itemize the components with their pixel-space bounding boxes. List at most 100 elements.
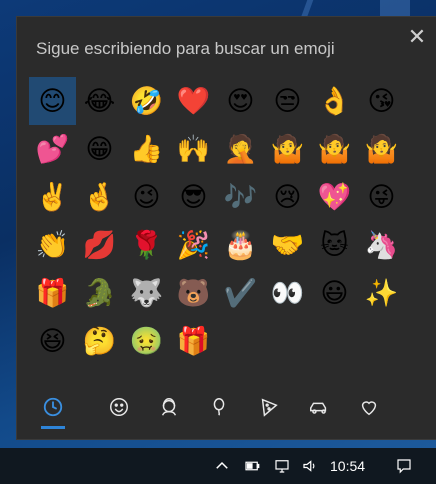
emoji-cell[interactable]: 💋 [76, 221, 123, 269]
emoji-cell[interactable]: 😜 [358, 173, 405, 221]
tab-smileys[interactable] [103, 391, 135, 423]
emoji-cell[interactable]: 👌 [311, 77, 358, 125]
smiley-icon [110, 398, 128, 416]
emoji-cell[interactable]: 🙌 [170, 125, 217, 173]
emoji-cell[interactable]: 🤣 [123, 77, 170, 125]
tab-food[interactable] [253, 391, 285, 423]
emoji-glyph: 😉 [132, 181, 161, 213]
emoji-cell[interactable]: 😍 [217, 77, 264, 125]
tab-celebrations[interactable] [203, 391, 235, 423]
emoji-cell[interactable]: 😢 [264, 173, 311, 221]
emoji-glyph: 🤷 [317, 133, 352, 165]
tab-travel[interactable] [303, 391, 335, 423]
clock-time[interactable]: 10:54 [330, 448, 365, 484]
emoji-cell[interactable]: ✔️ [217, 269, 264, 317]
emoji-glyph: 🐱 [320, 229, 349, 261]
emoji-glyph: 😜 [367, 181, 396, 213]
emoji-glyph: 😘 [367, 85, 396, 117]
emoji-cell[interactable]: 😉 [123, 173, 170, 221]
emoji-glyph: 😎 [179, 181, 208, 213]
emoji-grid: 😊 😂 🤣 ❤️ 😍 😒 👌 😘 💕 😁 👍 🙌 🤦 🤷 🤷 🤷 ✌️ 🤞 😉 😎 🎶 😢 💖 😜 👏 💋 🌹 🎉 🎂 🤝 🐱 🦄 🎁 🐊 🐺 🐻 ✔️… [29, 77, 405, 365]
close-button[interactable]: ✕ [406, 26, 428, 48]
emoji-glyph: ❤️ [176, 85, 211, 117]
emoji-cell[interactable]: 🌹 [123, 221, 170, 269]
emoji-glyph: 😒 [273, 85, 302, 117]
emoji-cell[interactable]: 💕 [29, 125, 76, 173]
emoji-cell[interactable]: 🎶 [217, 173, 264, 221]
emoji-glyph: 👏 [35, 229, 70, 261]
emoji-cell[interactable]: 🤷 [311, 125, 358, 173]
emoji-cell[interactable]: 😃 [311, 269, 358, 317]
emoji-cell[interactable]: 🎁 [29, 269, 76, 317]
tab-people[interactable] [153, 391, 185, 423]
emoji-cell[interactable]: 😘 [358, 77, 405, 125]
clock-icon [43, 397, 63, 417]
emoji-cell[interactable]: 🎉 [170, 221, 217, 269]
tab-symbols[interactable] [353, 391, 385, 423]
emoji-glyph: ✨ [364, 277, 399, 309]
taskbar: 10:54 [0, 448, 436, 484]
emoji-cell[interactable]: 🐻 [170, 269, 217, 317]
emoji-cell[interactable]: 😁 [76, 125, 123, 173]
emoji-cell[interactable]: 🤝 [264, 221, 311, 269]
emoji-cell[interactable]: ✌️ [29, 173, 76, 221]
emoji-cell[interactable]: 😆 [29, 317, 76, 365]
balloon-icon [213, 398, 225, 416]
emoji-glyph: 💖 [317, 181, 352, 213]
emoji-cell[interactable]: 😎 [170, 173, 217, 221]
emoji-glyph: 🎂 [223, 229, 258, 261]
pizza-icon [261, 398, 278, 417]
emoji-glyph: 🙌 [176, 133, 211, 165]
emoji-cell[interactable]: 🐱 [311, 221, 358, 269]
emoji-cell[interactable]: ✨ [358, 269, 405, 317]
emoji-glyph: 🦄 [364, 229, 399, 261]
emoji-cell[interactable]: 🤢 [123, 317, 170, 365]
emoji-cell[interactable]: 🤞 [76, 173, 123, 221]
emoji-cell[interactable]: 😒 [264, 77, 311, 125]
active-tab-indicator [41, 426, 65, 429]
emoji-glyph: 🎉 [176, 229, 211, 261]
emoji-cell[interactable]: 🤷 [264, 125, 311, 173]
emoji-glyph: 😢 [273, 181, 302, 213]
emoji-cell[interactable]: 👏 [29, 221, 76, 269]
emoji-glyph: 😁 [85, 133, 114, 165]
emoji-glyph: 👀 [270, 277, 305, 309]
battery-icon[interactable] [240, 448, 264, 484]
emoji-cell[interactable]: 🤷 [358, 125, 405, 173]
emoji-cell[interactable]: 👍 [123, 125, 170, 173]
heart-icon [361, 401, 377, 416]
emoji-glyph: 🤦 [223, 133, 258, 165]
search-prompt: Sigue escribiendo para buscar un emoji [36, 39, 335, 58]
notification-icon[interactable] [392, 448, 416, 484]
emoji-panel: Sigue escribiendo para buscar un emoji ✕… [17, 17, 436, 439]
emoji-cell[interactable]: 👀 [264, 269, 311, 317]
emoji-cell[interactable]: 😊 [29, 77, 76, 125]
tab-recent[interactable] [37, 391, 69, 423]
emoji-glyph: 🎁 [35, 277, 70, 309]
emoji-cell[interactable]: 🎂 [217, 221, 264, 269]
emoji-glyph: 🤔 [82, 325, 117, 357]
emoji-cell[interactable]: 🤔 [76, 317, 123, 365]
emoji-glyph: 🌹 [129, 229, 164, 261]
emoji-glyph: 😍 [226, 85, 255, 117]
emoji-cell[interactable]: 🤦 [217, 125, 264, 173]
emoji-glyph: ✔️ [223, 277, 258, 309]
emoji-cell[interactable]: 🐺 [123, 269, 170, 317]
emoji-glyph: 🐺 [129, 277, 164, 309]
emoji-glyph: 🐊 [82, 277, 117, 309]
emoji-glyph: 🐻 [176, 277, 211, 309]
emoji-glyph: 🎶 [223, 181, 258, 213]
emoji-cell[interactable]: 🎁 [170, 317, 217, 365]
emoji-cell[interactable]: 🐊 [76, 269, 123, 317]
emoji-cell[interactable]: 💖 [311, 173, 358, 221]
chevron-up-icon[interactable] [210, 448, 234, 484]
emoji-cell[interactable]: 🦄 [358, 221, 405, 269]
emoji-glyph: 🤷 [270, 133, 305, 165]
emoji-cell[interactable]: 😂 [76, 77, 123, 125]
volume-icon[interactable] [298, 448, 322, 484]
emoji-glyph: 💋 [82, 229, 117, 261]
emoji-cell[interactable]: ❤️ [170, 77, 217, 125]
emoji-glyph: 👍 [129, 133, 164, 165]
emoji-glyph: 🎁 [176, 325, 211, 357]
network-icon[interactable] [270, 448, 294, 484]
